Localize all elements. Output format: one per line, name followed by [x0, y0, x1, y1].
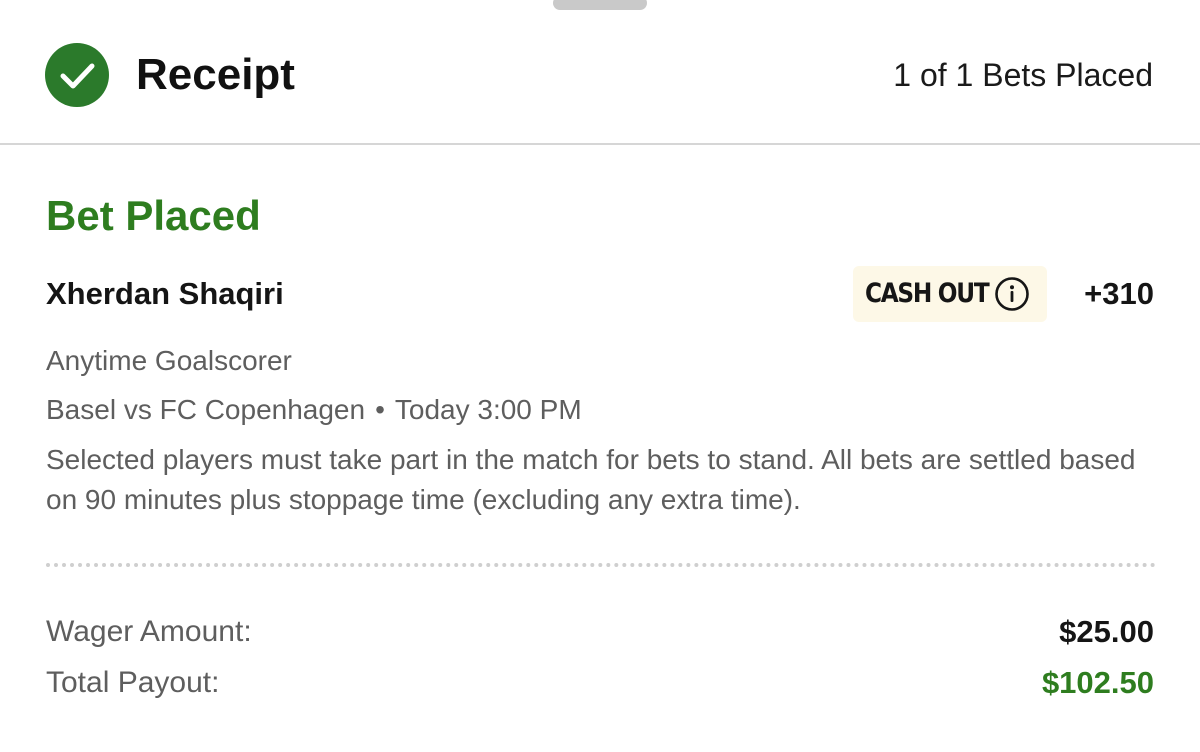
page-title: Receipt — [136, 50, 295, 99]
total-payout-value: $102.50 — [1041, 665, 1154, 700]
receipt-header: Receipt 1 of 1 Bets Placed — [0, 0, 1200, 145]
info-icon[interactable] — [994, 276, 1030, 312]
player-name: Xherdan Shaqiri — [46, 276, 284, 311]
kickoff-time: Today 3:00 PM — [394, 394, 582, 425]
wager-amount-label: Wager Amount: — [46, 615, 252, 648]
total-payout-label: Total Payout: — [46, 666, 220, 699]
bet-market: Anytime Goalscorer — [46, 345, 292, 376]
wager-amount-value: $25.00 — [1059, 614, 1154, 649]
bets-placed-count: 1 of 1 Bets Placed — [893, 57, 1153, 93]
bet-status-title: Bet Placed — [46, 192, 261, 239]
bet-odds: +310 — [1084, 276, 1154, 311]
bet-disclaimer: Selected players must take part in the m… — [46, 444, 1136, 515]
cash-out-label: CASH OUT — [865, 278, 990, 309]
match-info: Basel vs FC Copenhagen • Today 3:00 PM — [46, 392, 582, 428]
cash-out-button[interactable]: CASH OUT — [853, 266, 1047, 322]
dotted-divider — [46, 563, 1156, 567]
check-icon — [45, 43, 109, 107]
separator-dot: • — [375, 394, 385, 425]
match-name: Basel vs FC Copenhagen — [46, 394, 366, 425]
